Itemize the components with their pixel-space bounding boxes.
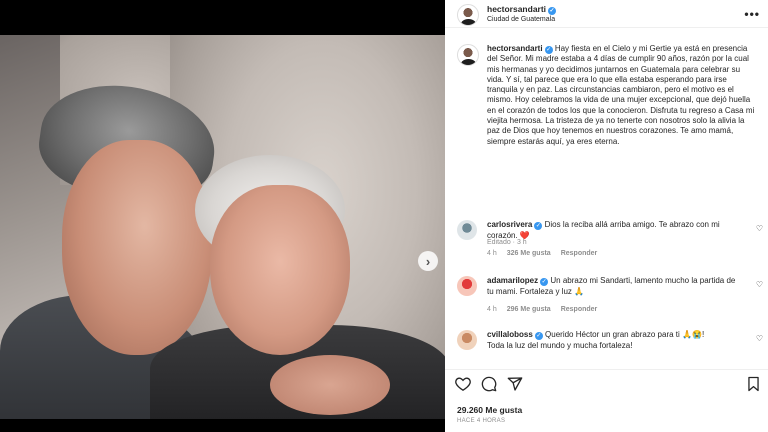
chevron-right-icon[interactable]: › xyxy=(418,251,438,271)
reply-button[interactable]: Responder xyxy=(561,250,598,257)
photo-woman-face xyxy=(210,185,350,355)
comment-meta: 4 h 296 Me gusta Responder xyxy=(487,306,607,313)
post-actions-bar: 29.260 Me gusta HACE 4 HORAS xyxy=(445,369,768,432)
caption-body: Hay fiesta en el Cielo y mi Gertie ya es… xyxy=(487,44,755,146)
comment-text: carlosrivera ✓ Dios la reciba allá arriba… xyxy=(487,220,720,240)
verified-badge-icon: ✓ xyxy=(534,332,543,340)
comment-text: cvillaloboss ✓ Querido Héctor un gran abr… xyxy=(487,330,705,350)
comment-meta: 4 h 326 Me gusta Responder xyxy=(487,250,607,257)
comment-username[interactable]: carlosrivera xyxy=(487,220,532,229)
heart-icon[interactable]: ♡ xyxy=(756,334,763,343)
comment-username[interactable]: adamarilopez xyxy=(487,276,538,285)
heart-icon[interactable]: ♡ xyxy=(756,224,763,233)
instagram-post-view: › hectorsandarti ✓ Ciudad de Guatemala ••… xyxy=(0,0,768,432)
post-location[interactable]: Ciudad de Guatemala xyxy=(487,16,555,23)
caption-text: hectorsandarti ✓ Hay fiesta en el Cielo y… xyxy=(487,44,759,147)
heart-emoji-icon: ❤️ xyxy=(519,230,530,240)
praying-hands-emoji-icon: 🙏 xyxy=(574,286,585,296)
comment-time: 4 h xyxy=(487,250,497,257)
verified-badge-icon: ✓ xyxy=(534,222,543,230)
photo-hand xyxy=(270,355,390,415)
post-time-ago: HACE 4 HORAS xyxy=(457,418,506,424)
comment-likes[interactable]: 296 Me gusta xyxy=(507,306,551,313)
avatar[interactable] xyxy=(457,4,479,26)
comment-icon[interactable] xyxy=(481,376,497,396)
heart-icon[interactable]: ♡ xyxy=(756,280,763,289)
heart-icon[interactable] xyxy=(455,376,471,395)
comment-time: 4 h xyxy=(487,306,497,313)
verified-badge-icon: ✓ xyxy=(548,7,557,15)
comment-username[interactable]: cvillaloboss xyxy=(487,330,533,339)
post-header: hectorsandarti ✓ Ciudad de Guatemala ••• xyxy=(445,0,768,28)
send-icon[interactable] xyxy=(507,376,523,396)
emoji-icon: 🙏😭! xyxy=(682,330,705,339)
post-photo[interactable]: › xyxy=(0,35,445,419)
verified-badge-icon: ✓ xyxy=(544,46,553,54)
reply-button[interactable]: Responder xyxy=(561,306,598,313)
comment-text: adamarilopez ✓ Un abrazo mi Sandarti, lam… xyxy=(487,276,736,296)
avatar[interactable] xyxy=(457,220,477,240)
bookmark-icon[interactable] xyxy=(747,376,760,396)
avatar[interactable] xyxy=(457,330,477,350)
more-options-icon[interactable]: ••• xyxy=(744,7,760,21)
comment-likes[interactable]: 326 Me gusta xyxy=(507,250,551,257)
verified-badge-icon: ✓ xyxy=(540,278,549,286)
photo-man-face xyxy=(62,140,212,355)
avatar[interactable] xyxy=(457,44,479,66)
avatar[interactable] xyxy=(457,276,477,296)
likes-count[interactable]: 29.260 Me gusta xyxy=(457,405,522,415)
caption-username[interactable]: hectorsandarti xyxy=(487,44,543,53)
author-username[interactable]: hectorsandarti ✓ xyxy=(487,4,557,15)
post-sidebar: hectorsandarti ✓ Ciudad de Guatemala ••• … xyxy=(445,0,768,432)
